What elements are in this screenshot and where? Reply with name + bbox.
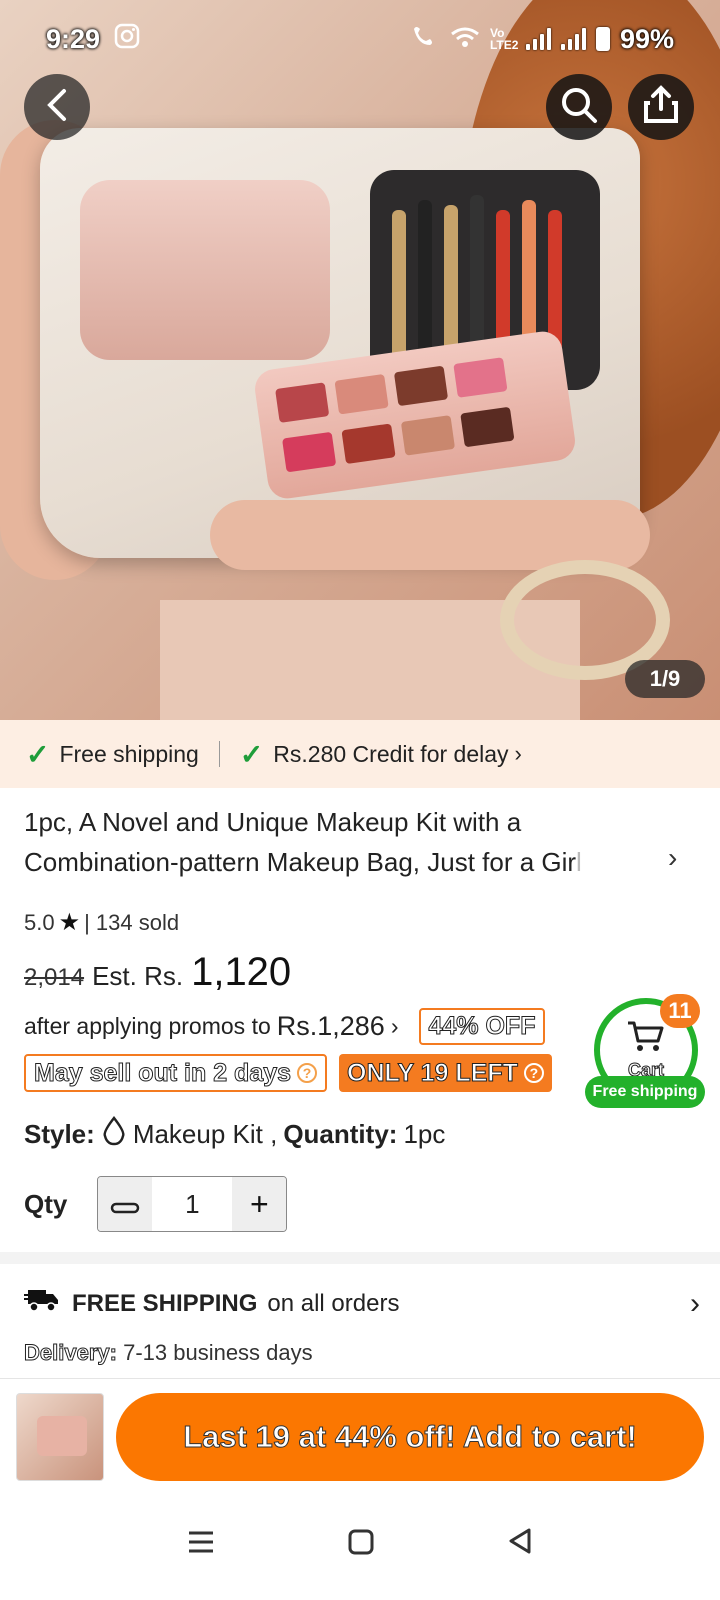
battery-icon (595, 27, 610, 51)
decrement-button[interactable] (98, 1177, 153, 1231)
style-row[interactable]: Style: Makeup Kit , Quantity: 1pc (24, 1115, 446, 1153)
delivery-row: Delivery: 7-13 business days (24, 1340, 313, 1366)
recent-apps-icon[interactable] (187, 1526, 215, 1563)
star-icon: ★ (58, 909, 81, 936)
help-icon: ? (523, 1063, 544, 1083)
stock-badge[interactable]: ONLY 19 LEFT ? (339, 1054, 552, 1092)
style-value: Makeup Kit , (132, 1119, 278, 1149)
discount-badge: 44% OFF (418, 1008, 546, 1045)
instagram-icon (114, 23, 140, 56)
share-button[interactable] (628, 74, 694, 140)
style-label: Style: (24, 1119, 95, 1149)
original-price: 2,014 (24, 964, 85, 991)
product-title[interactable]: 1pc, A Novel and Unique Makeup Kit with … (24, 802, 644, 884)
status-time: 9:29 (46, 23, 101, 54)
search-icon (559, 85, 599, 130)
drop-icon (101, 1115, 127, 1153)
home-icon[interactable] (348, 1526, 374, 1563)
chevron-right-icon[interactable]: › (668, 842, 677, 874)
rating-row[interactable]: 5.0 ★ | 134 sold (24, 908, 179, 937)
plus-icon: + (250, 1185, 269, 1222)
back-arrow-icon (42, 87, 72, 128)
sale-price: 1,120 (191, 950, 292, 994)
delivery-label: Delivery: (24, 1340, 118, 1366)
quantity-stepper[interactable]: 1 + (97, 1176, 288, 1232)
signal-icon-2 (560, 28, 586, 50)
share-icon (642, 84, 680, 130)
product-thumbnail[interactable] (16, 1393, 104, 1481)
section-divider (0, 1252, 720, 1264)
battery-level: 99% (619, 23, 674, 54)
quantity-label: Quantity: (283, 1119, 398, 1149)
check-icon: ✓ (26, 738, 50, 770)
network-type: Vo LTE2 (489, 26, 519, 52)
back-button[interactable] (24, 74, 90, 140)
truck-icon (24, 1286, 60, 1321)
rating-value: 5.0 (24, 909, 55, 935)
title-line-1: 1pc, A Novel and Unique Makeup Kit with … (24, 807, 522, 837)
wifi-call-icon (410, 23, 440, 56)
urgency-badges: May sell out in 2 days ? ONLY 19 LEFT ? (24, 1054, 552, 1092)
shipping-strip[interactable]: ✓ Free shipping ✓ Rs.280 Credit for dela… (0, 720, 720, 788)
promo-text: after applying promos to (24, 1013, 271, 1039)
free-shipping-row[interactable]: FREE SHIPPING on all orders › (24, 1286, 700, 1321)
quantity-value: 1pc (403, 1119, 446, 1149)
increment-button[interactable]: + (232, 1177, 287, 1231)
delivery-value: 7-13 business days (123, 1340, 313, 1365)
title-line-2: Combination-pattern Makeup Bag, Just for… (24, 847, 577, 877)
back-nav-icon[interactable] (507, 1526, 533, 1563)
system-nav-bar (0, 1488, 720, 1600)
product-image-gallery[interactable]: 9:29 Vo LTE2 99% 1/9 (0, 0, 720, 720)
stock-text: ONLY 19 LEFT (347, 1058, 519, 1087)
chevron-right-icon: › (690, 1286, 700, 1320)
image-counter: 1/9 (625, 660, 705, 698)
qty-label: Qty (24, 1188, 68, 1219)
qty-row: Qty 1 + (24, 1176, 288, 1232)
divider (218, 741, 220, 767)
help-icon: ? (297, 1063, 318, 1083)
wifi-icon (450, 24, 480, 55)
credit-text: Rs.280 Credit for delay (273, 740, 509, 767)
promo-row[interactable]: after applying promos to Rs.1,286 › 44% … (24, 1008, 546, 1045)
promo-price: Rs.1,286 (276, 1011, 385, 1041)
bottom-action-bar: Last 19 at 44% off! Add to cart! (0, 1378, 720, 1488)
closed-case-image (80, 180, 330, 360)
est-label: Est. Rs. (92, 961, 184, 991)
free-shipping-text: Free shipping (59, 740, 199, 767)
sell-out-badge[interactable]: May sell out in 2 days ? (24, 1054, 328, 1092)
status-bar: 9:29 Vo LTE2 99% (0, 0, 720, 64)
free-shipping-headline: FREE SHIPPING (72, 1289, 258, 1317)
signal-icon (525, 28, 551, 50)
title-fade: l (576, 847, 582, 877)
cart-free-shipping: Free shipping (585, 1076, 705, 1108)
minus-icon (110, 1186, 140, 1223)
search-button[interactable] (546, 74, 612, 140)
sold-count: | 134 sold (84, 909, 180, 935)
chevron-right-icon: › (514, 741, 522, 766)
chevron-right-icon: › (390, 1013, 399, 1039)
price-row: 2,014 Est. Rs. 1,120 (24, 950, 291, 995)
cart-count-badge: 11 (660, 994, 700, 1028)
cart-icon (626, 1019, 666, 1058)
add-to-cart-button[interactable]: Last 19 at 44% off! Add to cart! (116, 1393, 704, 1481)
check-icon: ✓ (239, 738, 264, 770)
sell-out-text: May sell out in 2 days (33, 1058, 292, 1087)
free-shipping-rest: on all orders (267, 1289, 400, 1317)
quantity-value-display[interactable]: 1 (152, 1177, 232, 1231)
